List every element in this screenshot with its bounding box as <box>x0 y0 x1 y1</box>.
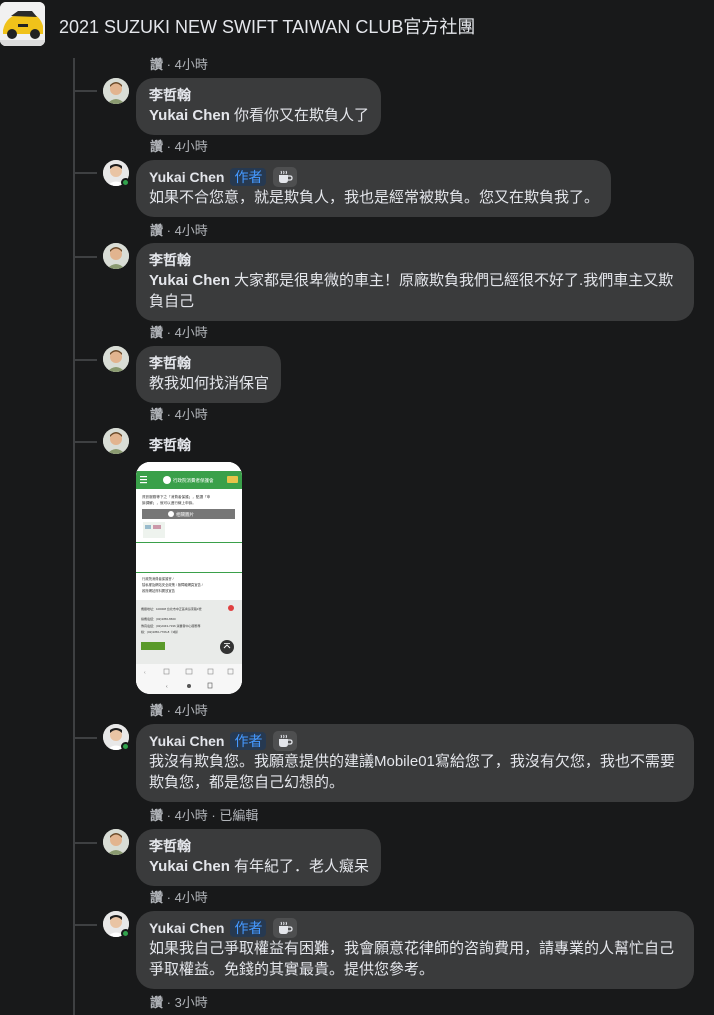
like-button[interactable]: 讚 <box>150 325 163 340</box>
avatar[interactable] <box>103 78 129 104</box>
attachment-phone: 線：(02)3356-7766-8（3線） <box>141 629 180 634</box>
comment-time[interactable]: 4小時 <box>175 407 208 422</box>
coffee-cup-icon[interactable] <box>273 167 298 187</box>
group-header: 2021 SUZUKI NEW SWIFT TAIWAN CLUB官方社團 <box>0 0 714 50</box>
comment-meta: 讚 · 4小時 <box>150 139 208 154</box>
comment-time[interactable]: 4小時 <box>175 223 208 238</box>
like-button[interactable]: 讚 <box>150 995 163 1010</box>
thread-connector <box>73 90 97 92</box>
attached-screenshot-image[interactable]: 行政院消費者保護會 資訊服務等下之「消費者保護」，點選「申 訴調解」，就可以進行… <box>136 462 242 694</box>
thread-connector <box>73 924 97 926</box>
comment-meta: 讚 · 4小時 <box>150 57 208 72</box>
comment-text: 教我如何找消保官 <box>149 375 270 392</box>
comment-bubble: 李哲翰 Yukai Chen 有年紀了．老人癡呆 <box>136 829 382 886</box>
thread-line <box>73 58 75 1015</box>
like-button[interactable]: 讚 <box>150 223 163 238</box>
group-title[interactable]: 2021 SUZUKI NEW SWIFT TAIWAN CLUB官方社團 <box>59 13 475 39</box>
comment-meta: 讚 · 4小時 <box>150 407 208 422</box>
comment-meta: 讚 · 4小時 <box>150 890 208 905</box>
comment-text: 我沒有欺負您。我願意提供的建議Mobile01寫給您了，我沒有欠您，我也不需要欺… <box>149 753 675 791</box>
author-badge: 作者 <box>230 168 267 186</box>
avatar[interactable] <box>103 829 129 855</box>
comment-bubble: 李哲翰 Yukai Chen 你看你又在欺負人了 <box>136 78 382 135</box>
thread-connector <box>73 441 97 443</box>
thread-connector <box>73 172 97 174</box>
comment-meta: 讚 · 4小時 <box>150 325 208 340</box>
commenter-name[interactable]: 李哲翰 <box>149 353 191 373</box>
commenter-name[interactable]: Yukai Chen <box>149 920 224 936</box>
mention-link[interactable]: Yukai Chen <box>149 107 230 124</box>
comment-thread-view: { "header": { "group_title": "2021 SUZUK… <box>0 0 714 1015</box>
comment-bubble: Yukai Chen 作者 我沒有欺負您。我願意提供的建議Mobile01寫給您… <box>136 724 694 802</box>
comment-time[interactable]: 4小時 <box>175 139 208 154</box>
attachment-address: 機關地址：100008 台北市中正區青島東路1號 <box>141 606 202 611</box>
attachment-body-line: 訴調解」，就可以進行線上申訴。 <box>142 500 196 505</box>
like-button[interactable]: 讚 <box>150 407 163 422</box>
attachment-phone: 總機電話：(02)3356-6500 <box>141 616 176 621</box>
comment-time[interactable]: 3小時 <box>175 995 208 1010</box>
comment-time[interactable]: 4小時 <box>175 890 208 905</box>
comment-time[interactable]: 4小時 <box>175 703 208 718</box>
comment-text: 你看你又在欺負人了 <box>229 107 370 124</box>
commenter-name[interactable]: 李哲翰 <box>149 435 191 455</box>
comment-text: 如果不合您意，就是欺負人，我也是經常被欺負。您又在欺負我了。 <box>149 189 600 206</box>
thread-connector <box>73 256 97 258</box>
attachment-phone: 傳真電話：(02)2343-7196 消費者中心服務專 <box>141 623 201 628</box>
comment-meta: 讚 · 4小時 <box>150 223 208 238</box>
coffee-cup-icon[interactable] <box>273 731 298 751</box>
online-status-icon <box>121 742 130 751</box>
comment-bubble: Yukai Chen 作者 如果不合您意，就是欺負人，我也是經常被欺負。您又在欺… <box>136 160 612 217</box>
comment-meta: 讚 · 3小時 <box>150 995 208 1010</box>
like-button[interactable]: 讚 <box>150 890 163 905</box>
mention-link[interactable]: Yukai Chen <box>149 858 230 875</box>
comment-bubble: 李哲翰 教我如何找消保官 <box>136 346 282 403</box>
like-button[interactable]: 讚 <box>150 808 163 823</box>
comment-text: 如果我自己爭取權益有困難，我會願意花律師的咨詢費用，請專業的人幫忙自己爭取權益。… <box>149 940 675 978</box>
comment-time[interactable]: 4小時 <box>175 57 208 72</box>
thread-connector <box>73 842 97 844</box>
comment-text: 有年紀了．老人癡呆 <box>229 858 370 875</box>
author-badge: 作者 <box>230 732 267 750</box>
attachment-site-title: 行政院消費者保護會 <box>173 477 214 484</box>
edited-label[interactable]: 已編輯 <box>219 808 258 823</box>
comment-time[interactable]: 4小時 <box>175 808 208 823</box>
like-button[interactable]: 讚 <box>150 57 163 72</box>
mention-link[interactable]: Yukai Chen <box>149 272 230 289</box>
attachment-footer-line: 政府網站資料開放宣告 <box>142 588 176 593</box>
commenter-name[interactable]: Yukai Chen <box>149 733 224 749</box>
avatar[interactable] <box>103 428 129 454</box>
comment-bubble: 李哲翰 Yukai Chen 大家都是很卑微的車主！原廠欺負我們已經很不好了.我… <box>136 243 694 321</box>
attachment-body-line: 資訊服務等下之「消費者保護」，點選「申 <box>142 494 211 499</box>
attachment-banner: 相關圖片 <box>176 511 194 518</box>
commenter-name[interactable]: Yukai Chen <box>149 169 224 185</box>
avatar[interactable] <box>103 346 129 372</box>
attachment-footer-line: 行政院消費者保護會 / <box>142 576 174 581</box>
comment-bubble: 李哲翰 <box>136 428 203 463</box>
comment-time[interactable]: 4小時 <box>175 325 208 340</box>
comment-meta: 讚 · 4小時 · 已編輯 <box>150 808 259 823</box>
comment-meta: 讚 · 4小時 <box>150 703 208 718</box>
like-button[interactable]: 讚 <box>150 703 163 718</box>
online-status-icon <box>121 929 130 938</box>
group-cover-image[interactable] <box>0 2 45 46</box>
avatar[interactable] <box>103 243 129 269</box>
author-badge: 作者 <box>230 919 267 937</box>
comment-bubble: Yukai Chen 作者 如果我自己爭取權益有困難，我會願意花律師的咨詢費用，… <box>136 911 694 989</box>
like-button[interactable]: 讚 <box>150 139 163 154</box>
online-status-icon <box>121 178 130 187</box>
commenter-name[interactable]: 李哲翰 <box>149 85 191 105</box>
attachment-footer-line: 隱私權及網站安全政策 / 無障礙網頁宣告 / <box>142 582 203 587</box>
commenter-name[interactable]: 李哲翰 <box>149 250 191 270</box>
thread-connector <box>73 359 97 361</box>
thread-connector <box>73 737 97 739</box>
commenter-name[interactable]: 李哲翰 <box>149 836 191 856</box>
coffee-cup-icon[interactable] <box>273 918 298 938</box>
